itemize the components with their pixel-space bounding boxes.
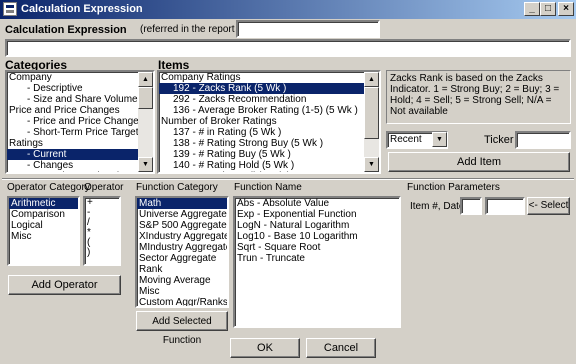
function-name-item[interactable]: Abs - Absolute Value <box>235 198 399 209</box>
operator-category-item[interactable]: Comparison <box>9 209 78 220</box>
item-row[interactable]: Company Ratings <box>159 72 364 83</box>
scroll-down-icon[interactable]: ▼ <box>364 157 379 172</box>
function-parameters-heading: Function Parameters <box>407 182 500 193</box>
operator-item[interactable]: + <box>85 198 119 208</box>
period-dropdown[interactable]: Recent ▼ <box>386 131 448 149</box>
add-selected-function-button[interactable]: Add Selected Function <box>136 311 228 346</box>
category-item[interactable]: - Current <box>7 149 138 160</box>
category-item[interactable]: - Price and Price Changes <box>7 116 144 127</box>
item-row[interactable]: Number of Broker Ratings <box>159 116 364 127</box>
item-row[interactable]: 137 - # in Rating (5 Wk ) <box>159 127 364 138</box>
operator-category-item[interactable]: Misc <box>9 231 78 242</box>
function-parameters-label: Item #, Date <box>410 201 465 212</box>
operator-item[interactable]: * <box>85 228 119 238</box>
operator-list[interactable]: + - / *() <box>83 196 121 266</box>
function-name-item[interactable]: Sqrt - Square Root <box>235 242 399 253</box>
scroll-up-icon[interactable]: ▲ <box>364 72 379 87</box>
ok-button[interactable]: OK <box>230 338 300 358</box>
add-item-button[interactable]: Add Item <box>388 152 570 172</box>
function-name-item[interactable]: Log10 - Base 10 Logarithm <box>235 231 399 242</box>
operator-item[interactable]: ( <box>85 238 119 248</box>
item-row[interactable]: 141 - # Rating Sell (5 Wk ) <box>159 171 364 172</box>
category-item[interactable]: - Changes <box>7 160 138 171</box>
function-category-item[interactable]: Misc <box>137 286 227 297</box>
function-name-heading: Function Name <box>234 182 302 193</box>
chevron-down-icon[interactable]: ▼ <box>432 132 447 147</box>
minimize-button[interactable]: _ <box>524 2 540 16</box>
function-category-item[interactable]: Sector Aggregate <box>137 253 227 264</box>
item-row[interactable]: 140 - # Rating Hold (5 Wk ) <box>159 160 364 171</box>
operator-category-item[interactable]: Logical <box>9 220 78 231</box>
operator-category-list[interactable]: Arithmetic Comparison Logical Misc <box>7 196 80 266</box>
app-icon <box>3 2 17 16</box>
items-list[interactable]: Company Ratings 192 - Zacks Rank (5 Wk ) 2… <box>157 70 381 174</box>
function-category-item[interactable]: Math <box>137 198 227 209</box>
section-divider <box>2 178 574 180</box>
item-row[interactable]: 292 - Zacks Recommendation <box>159 94 364 105</box>
operator-category-item[interactable]: Arithmetic <box>9 198 78 209</box>
function-category-item[interactable]: MIndustry Aggregate <box>137 242 227 253</box>
categories-scrollbar[interactable]: ▲ ▼ <box>138 72 153 172</box>
scroll-up-icon[interactable]: ▲ <box>138 72 153 87</box>
operator-heading: Operator <box>84 182 124 193</box>
function-category-item[interactable]: Custom Aggr/Ranks <box>137 297 227 306</box>
item-description: Zacks Rank is based on the Zacks Indicat… <box>386 70 571 124</box>
calc-expression-sublabel: (referred in the report as) <box>140 24 252 35</box>
item-row[interactable]: 136 - Average Broker Rating (1-5) (5 Wk … <box>159 105 364 116</box>
function-category-item[interactable]: Rank <box>137 264 227 275</box>
function-category-item[interactable]: S&P 500 Aggregate <box>137 220 227 231</box>
expression-input[interactable] <box>5 39 571 57</box>
category-item[interactable]: - Short-Term Price Targets <box>7 127 144 138</box>
scroll-thumb[interactable] <box>138 87 153 109</box>
function-name-list[interactable]: Abs - Absolute Value Exp - Exponential Fu… <box>233 196 401 328</box>
title-bar: Calculation Expression _ □ × <box>0 0 576 19</box>
item-row[interactable]: 192 - Zacks Rank (5 Wk ) <box>159 83 364 94</box>
function-category-item[interactable]: XIndustry Aggregate <box>137 231 227 242</box>
category-item[interactable]: Company <box>7 72 138 83</box>
period-selected: Recent <box>390 134 422 145</box>
function-name-item[interactable]: LogN - Natural Logarithm <box>235 220 399 231</box>
calc-expression-label: Calculation Expression <box>5 24 127 36</box>
ticker-label: Ticker <box>484 134 514 146</box>
close-button[interactable]: × <box>558 2 574 16</box>
category-item[interactable]: EPS - Surprises and Estimate Revis <box>7 171 153 172</box>
category-item[interactable]: - Descriptive <box>7 83 138 94</box>
function-category-list[interactable]: Math Universe Aggregate S&P 500 Aggregate X… <box>135 196 229 308</box>
calc-name-input[interactable] <box>236 20 380 38</box>
cancel-button[interactable]: Cancel <box>306 338 376 358</box>
function-category-item[interactable]: Moving Average <box>137 275 227 286</box>
operator-item[interactable]: ) <box>85 248 119 258</box>
function-category-item[interactable]: Universe Aggregate <box>137 209 227 220</box>
select-param-button[interactable]: <- Select <box>527 197 570 215</box>
function-name-item[interactable]: Exp - Exponential Function <box>235 209 399 220</box>
category-item[interactable]: Price and Price Changes <box>7 105 138 116</box>
item-row[interactable]: 138 - # Rating Strong Buy (5 Wk ) <box>159 138 364 149</box>
function-category-heading: Function Category <box>136 182 218 193</box>
operator-item[interactable]: - <box>85 208 119 218</box>
add-operator-button[interactable]: Add Operator <box>8 275 121 295</box>
maximize-button[interactable]: □ <box>540 2 556 16</box>
function-name-item[interactable]: Trun - Truncate <box>235 253 399 264</box>
category-item[interactable]: - Size and Share Volume <box>7 94 138 105</box>
scroll-down-icon[interactable]: ▼ <box>138 157 153 172</box>
operator-category-heading: Operator Category <box>7 182 90 193</box>
categories-list[interactable]: Company - Descriptive - Size and Share Vol… <box>5 70 155 174</box>
category-item[interactable]: Ratings <box>7 138 138 149</box>
item-row[interactable]: 139 - # Rating Buy (5 Wk ) <box>159 149 364 160</box>
param-date-input[interactable] <box>485 197 525 215</box>
scroll-thumb[interactable] <box>364 87 379 139</box>
items-scrollbar[interactable]: ▲ ▼ <box>364 72 379 172</box>
ticker-input[interactable] <box>515 131 571 149</box>
param-item-input[interactable] <box>460 197 482 215</box>
window-title: Calculation Expression <box>21 3 143 15</box>
